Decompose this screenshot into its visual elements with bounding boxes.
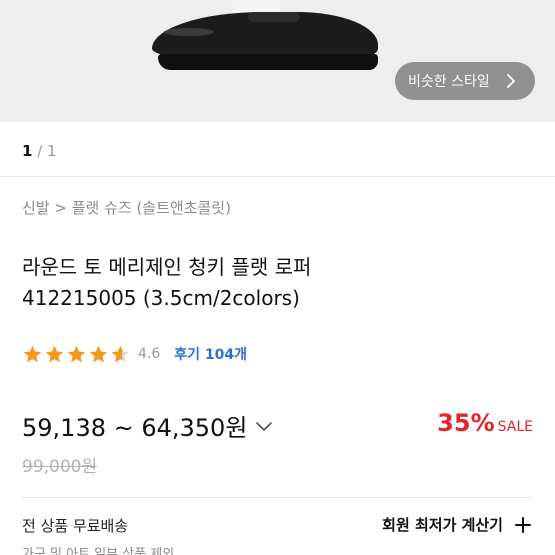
- pager-total: 1: [47, 142, 57, 160]
- sale-label: SALE: [497, 419, 533, 435]
- section-divider: [0, 176, 555, 177]
- image-pager: 1 / 1: [22, 142, 57, 160]
- pager-separator: /: [32, 142, 48, 160]
- rating-row: 4.6 후기 104개: [22, 343, 247, 365]
- plus-icon: [515, 516, 531, 533]
- price-row[interactable]: 59,138 ~ 64,350원: [22, 408, 275, 443]
- star-icon: [89, 345, 108, 362]
- price-range: 59,138 ~ 64,350원: [22, 414, 248, 442]
- chevron-right-icon: [507, 74, 515, 88]
- star-icon: [45, 345, 64, 362]
- rating-stars: [22, 344, 132, 365]
- pager-current: 1: [22, 142, 33, 160]
- rating-value: 4.6: [138, 346, 161, 362]
- section-divider: [22, 497, 533, 498]
- member-price-label: 회원 최저가 계산기: [382, 516, 503, 534]
- product-code: 412215005 (3.5cm/2colors): [22, 286, 300, 310]
- chevron-down-icon[interactable]: [253, 415, 275, 437]
- review-count-link[interactable]: 후기 104개: [174, 344, 247, 364]
- product-shoe-image: [152, 12, 378, 70]
- original-price: 99,000원: [22, 457, 98, 477]
- discount-badge: 35% SALE: [437, 409, 533, 437]
- half-star-icon: [111, 345, 130, 362]
- star-icon: [67, 345, 86, 362]
- discount-percent: 35%: [437, 409, 495, 437]
- similar-style-button[interactable]: 비슷한 스타일: [395, 62, 535, 100]
- product-title: 라운드 토 메리제인 청키 플랫 로퍼: [22, 255, 312, 279]
- similar-style-label: 비슷한 스타일: [408, 74, 490, 90]
- member-price-calculator-button[interactable]: 회원 최저가 계산기: [382, 514, 533, 535]
- product-image-area[interactable]: 비슷한 스타일: [0, 0, 555, 122]
- shipping-exception-note: 가구 및 아트 일부 상품 제외: [22, 547, 175, 555]
- breadcrumb[interactable]: 신발 > 플랫 슈즈 (솔트앤초콜릿): [22, 197, 231, 218]
- star-icon: [23, 345, 42, 362]
- free-shipping-label: 전 상품 무료배송: [22, 517, 129, 535]
